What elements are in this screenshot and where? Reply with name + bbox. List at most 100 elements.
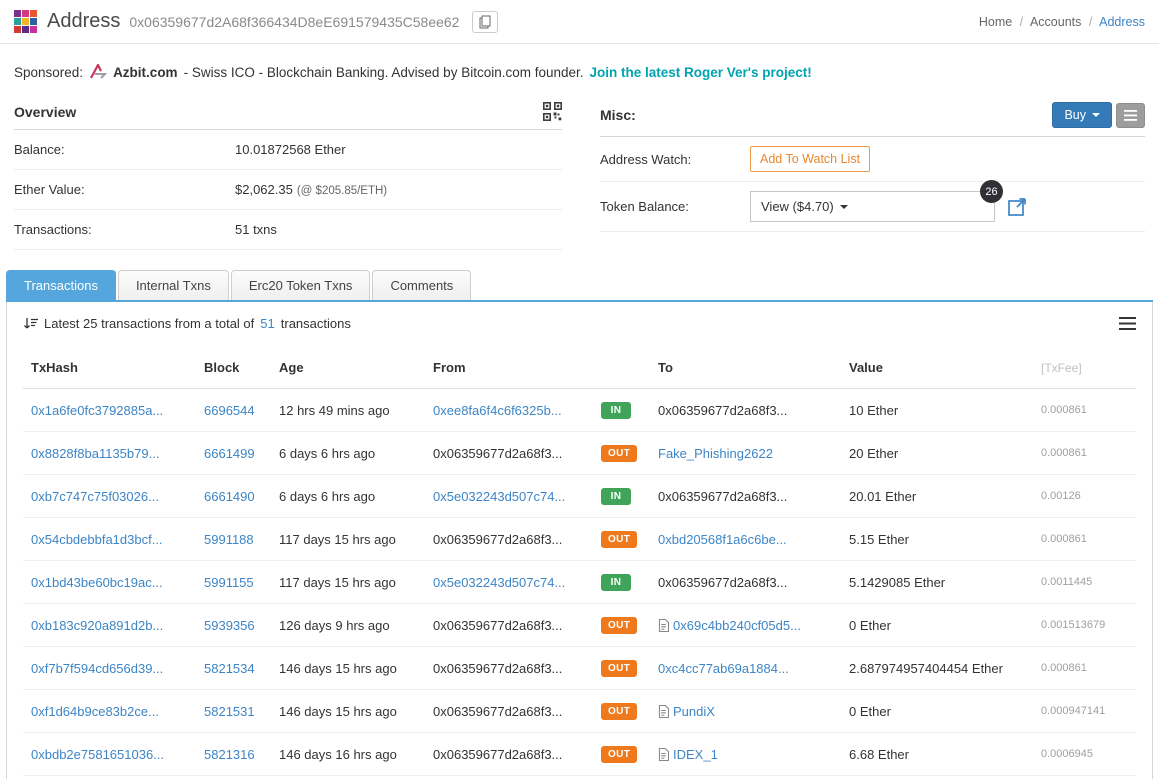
age-text: 6 days 6 hrs ago	[279, 488, 376, 504]
txhash-link[interactable]: 0xbdb2e7581651036...	[31, 747, 164, 762]
balance-value: 10.01872568 Ether	[235, 142, 346, 157]
caret-down-icon	[1092, 113, 1100, 117]
txfee-text: 0.000861	[1041, 404, 1087, 416]
contract-icon	[658, 704, 669, 718]
caret-down-icon	[839, 204, 848, 209]
block-link[interactable]: 6696544	[204, 403, 255, 418]
value-text: 10 Ether	[849, 402, 899, 418]
sponsored-cta-link[interactable]: Join the latest Roger Ver's project!	[590, 65, 812, 80]
transactions-panel: Latest 25 transactions from a total of 5…	[6, 302, 1153, 779]
txhash-link[interactable]: 0x1a6fe0fc3792885a...	[31, 403, 163, 418]
tab-internal-txns[interactable]: Internal Txns	[117, 270, 229, 300]
direction-badge: IN	[601, 402, 631, 419]
tab-erc20-token-txns[interactable]: Erc20 Token Txns	[230, 270, 371, 300]
direction-badge: OUT	[601, 617, 638, 634]
from-address-text: 0x06359677d2a68f3...	[433, 617, 563, 633]
breadcrumb-separator: /	[1019, 14, 1024, 29]
to-address-link[interactable]: IDEX_1	[673, 747, 718, 762]
table-row: 0xbdb2e7581651036... 5821316 146 days 16…	[23, 732, 1136, 776]
to-address-link[interactable]: 0xc4cc77ab69a1884...	[658, 661, 789, 676]
block-link[interactable]: 6661499	[204, 446, 255, 461]
misc-menu-button[interactable]	[1116, 102, 1145, 128]
overview-title: Overview	[14, 103, 77, 120]
qr-code-icon[interactable]	[543, 102, 563, 122]
hamburger-icon	[1124, 109, 1137, 121]
page-title: Address	[47, 10, 121, 32]
sort-icon	[23, 317, 39, 331]
token-balance-row: Token Balance: View ($4.70) 26	[600, 180, 1145, 232]
age-text: 146 days 16 hrs ago	[279, 746, 397, 762]
value-text: 0 Ether	[849, 617, 891, 633]
from-address-text: 0x06359677d2a68f3...	[433, 445, 563, 461]
direction-badge: OUT	[601, 746, 638, 763]
summary-text-suffix: transactions	[280, 316, 351, 331]
ether-value: $2,062.35	[235, 182, 293, 197]
block-link[interactable]: 6661490	[204, 489, 255, 504]
block-link[interactable]: 5939356	[204, 618, 255, 633]
block-link[interactable]: 5991155	[204, 575, 254, 590]
col-age: Age	[271, 347, 425, 389]
sponsored-label: Sponsored:	[14, 64, 84, 80]
ether-value-row: Ether Value: $2,062.35 (@ $205.85/ETH)	[14, 170, 562, 210]
txhash-link[interactable]: 0x54cbdebbfa1d3bcf...	[31, 532, 163, 547]
sponsored-banner: Sponsored: Azbit.com - Swiss ICO - Block…	[0, 44, 1159, 88]
table-row: 0xf1d64b9ce83b2ce... 5821531 146 days 15…	[23, 689, 1136, 733]
txfee-text: 0.000861	[1041, 662, 1087, 674]
address-watch-label: Address Watch:	[600, 151, 692, 167]
to-address-link[interactable]: Fake_Phishing2622	[658, 446, 773, 461]
txhash-link[interactable]: 0x8828f8ba1135b79...	[31, 446, 159, 461]
to-address-text: 0x06359677d2a68f3...	[658, 402, 788, 418]
txhash-link[interactable]: 0xf1d64b9ce83b2ce...	[31, 704, 159, 719]
block-link[interactable]: 5991188	[204, 532, 254, 547]
address-hash: 0x06359677d2A68f366434D8eE691579435C58ee…	[129, 13, 460, 30]
to-address-link[interactable]: PundiX	[673, 704, 715, 719]
overview-panel: Overview Balance: 10.01872568 Ether Ethe…	[14, 94, 563, 250]
copy-address-button[interactable]	[472, 10, 499, 33]
age-text: 146 days 15 hrs ago	[279, 703, 397, 719]
col-txfee: [TxFee]	[1033, 347, 1136, 389]
breadcrumb-address[interactable]: Address	[1099, 15, 1145, 29]
to-address-link[interactable]: 0xbd20568f1a6c6be...	[658, 532, 787, 547]
from-address-link[interactable]: 0xee8fa6f4c6f6325b...	[433, 403, 562, 418]
hamburger-icon	[1119, 317, 1136, 330]
sponsored-brand-link[interactable]: Azbit.com	[113, 65, 178, 80]
expand-token-view-icon[interactable]	[1007, 196, 1028, 217]
from-address-text: 0x06359677d2a68f3...	[433, 531, 563, 547]
block-link[interactable]: 5821316	[204, 747, 255, 762]
direction-badge: IN	[601, 488, 631, 505]
txhash-link[interactable]: 0xb7c747c75f03026...	[31, 489, 159, 504]
add-to-watch-list-button[interactable]: Add To Watch List	[750, 146, 871, 172]
txhash-link[interactable]: 0xf7b7f594cd656d39...	[31, 661, 163, 676]
to-address-text: 0x06359677d2a68f3...	[658, 488, 788, 504]
value-text: 20 Ether	[849, 445, 899, 461]
txhash-link[interactable]: 0xb183c920a891d2b...	[31, 618, 163, 633]
topbar: Address 0x06359677d2A68f366434D8eE691579…	[0, 0, 1159, 44]
etherscan-logo-icon[interactable]	[14, 9, 38, 34]
value-text: 20.01 Ether	[849, 488, 917, 504]
from-address-link[interactable]: 0x5e032243d507c74...	[433, 575, 565, 590]
table-menu-button[interactable]	[1119, 317, 1136, 330]
to-address-link[interactable]: 0x69c4bb240cf05d5...	[673, 618, 801, 633]
copy-icon	[479, 15, 491, 28]
txfee-text: 0.0011445	[1041, 576, 1093, 588]
ether-rate: (@ $205.85/ETH)	[296, 185, 388, 197]
block-link[interactable]: 5821531	[204, 704, 255, 719]
value-text: 0 Ether	[849, 703, 891, 719]
summary-total-link[interactable]: 51	[260, 316, 274, 331]
txhash-link[interactable]: 0x1bd43be60bc19ac...	[31, 575, 163, 590]
breadcrumb-accounts[interactable]: Accounts	[1030, 15, 1081, 29]
age-text: 117 days 15 hrs ago	[279, 531, 396, 547]
breadcrumb-home[interactable]: Home	[979, 15, 1012, 29]
tab-comments[interactable]: Comments	[372, 270, 472, 300]
buy-button[interactable]: Buy	[1052, 102, 1112, 128]
transactions-table: TxHash Block Age From To Value [TxFee] 0…	[23, 347, 1136, 779]
summary-text-prefix: Latest 25 transactions from a total of	[44, 316, 255, 331]
contract-icon	[658, 618, 669, 632]
from-address-link[interactable]: 0x5e032243d507c74...	[433, 489, 565, 504]
col-value: Value	[841, 347, 1033, 389]
tab-transactions[interactable]: Transactions	[6, 270, 116, 300]
block-link[interactable]: 5821534	[204, 661, 255, 676]
table-row: 0xc4aa2dfb2ee9391... 5821284 146 days 16…	[23, 775, 1136, 779]
token-balance-dropdown[interactable]: View ($4.70) 26	[750, 180, 1003, 222]
age-text: 117 days 15 hrs ago	[279, 574, 396, 590]
